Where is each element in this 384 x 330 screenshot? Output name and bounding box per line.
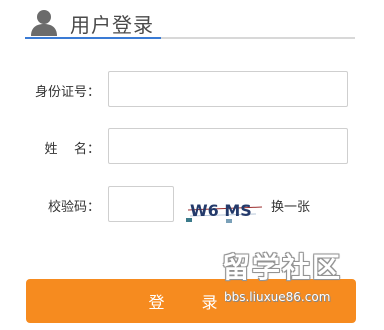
captcha-image[interactable]: W6 MS bbox=[186, 194, 264, 224]
captcha-input[interactable] bbox=[108, 186, 174, 222]
name-label: 姓 名： bbox=[44, 142, 100, 157]
id-number-label: 身份证号： bbox=[34, 85, 100, 100]
captcha-label: 校验码： bbox=[47, 200, 100, 215]
login-header: 用户登录 bbox=[30, 6, 356, 38]
watermark-url: bbs.liuxue86.com bbox=[224, 290, 331, 304]
watermark: 留学社区 bbs.liuxue86.com bbox=[222, 246, 382, 330]
page-title: 用户登录 bbox=[70, 13, 154, 37]
name-input[interactable] bbox=[108, 128, 348, 164]
refresh-captcha-link[interactable]: 换一张 bbox=[271, 196, 310, 215]
user-icon bbox=[31, 10, 57, 36]
id-number-input[interactable] bbox=[108, 71, 348, 107]
header-active-indicator bbox=[25, 37, 161, 39]
captcha-text: W6 MS bbox=[190, 201, 252, 220]
watermark-title: 留学社区 bbox=[222, 251, 343, 284]
